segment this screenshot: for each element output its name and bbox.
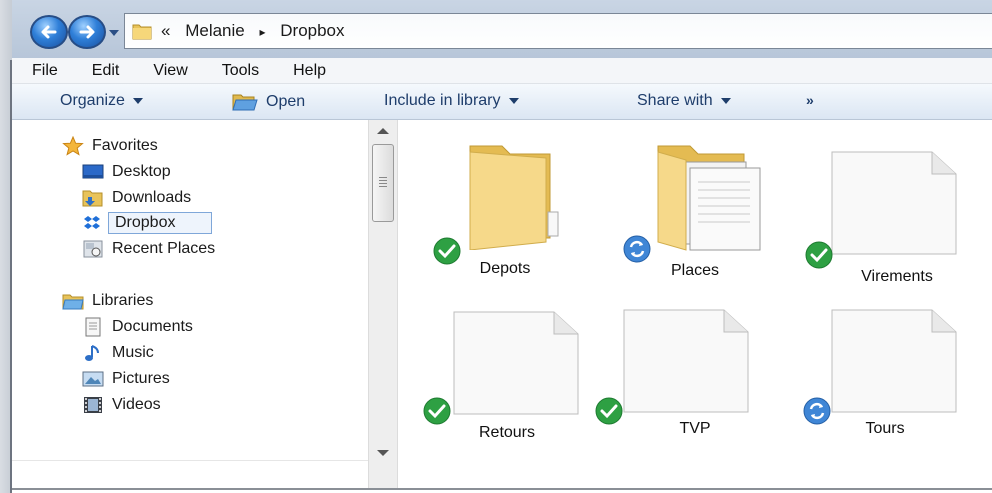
file-name: Depots (479, 260, 531, 277)
recent-pages-dropdown[interactable] (108, 28, 120, 38)
organize-label: Organize (60, 92, 125, 109)
libraries-icon (62, 294, 84, 310)
document-icon (453, 311, 579, 415)
scroll-up-arrow-icon[interactable] (377, 128, 389, 134)
nav-label: Desktop (112, 163, 171, 180)
chevron-down-icon (508, 98, 519, 104)
nav-label: Documents (112, 318, 193, 335)
sync-icon (623, 235, 651, 263)
window-bottom-border (12, 488, 992, 490)
menu-help[interactable]: Help (293, 62, 326, 80)
nav-item-favorites[interactable]: Favorites (62, 135, 158, 157)
file-item-places[interactable]: Places (610, 130, 780, 290)
dropbox-icon (84, 216, 100, 229)
folder-icon (132, 24, 152, 40)
star-icon (62, 136, 84, 156)
forward-button[interactable] (68, 15, 106, 49)
more-commands-button[interactable]: » (806, 92, 814, 108)
nav-label: Music (112, 344, 154, 361)
explorer-window: « Melanie ▸ Dropbox File Edit View Tools… (0, 0, 992, 493)
nav-item-documents[interactable]: Documents (82, 316, 193, 338)
nav-item-music[interactable]: Music (82, 342, 154, 364)
back-button[interactable] (30, 15, 68, 49)
scroll-down-arrow-icon[interactable] (377, 450, 389, 456)
file-name: Retours (478, 424, 536, 441)
nav-item-libraries[interactable]: Libraries (62, 290, 153, 312)
nav-label: Videos (112, 396, 161, 413)
file-list: Depots Places Virements Retours TVP Tour… (398, 120, 992, 488)
chevron-down-icon (720, 98, 731, 104)
document-icon (623, 309, 749, 413)
menu-edit[interactable]: Edit (92, 62, 120, 80)
breadcrumb-separator[interactable]: ▸ (259, 25, 265, 39)
folder-with-documents-icon (657, 145, 761, 251)
menu-file[interactable]: File (32, 62, 58, 80)
folder-icon (469, 145, 559, 250)
navigation-pane: Favorites Desktop Downloads Dropbox Rece… (12, 120, 368, 460)
window-left-edge (0, 0, 12, 493)
music-note-icon (85, 345, 99, 361)
breadcrumb-overflow[interactable]: « (161, 21, 170, 40)
menu-view[interactable]: View (153, 62, 187, 80)
share-label: Share with (637, 92, 713, 109)
include-label: Include in library (384, 92, 501, 109)
desktop-icon (82, 164, 104, 179)
nav-item-desktop[interactable]: Desktop (82, 161, 171, 183)
back-arrow-icon (41, 25, 57, 39)
nav-item-dropbox[interactable]: Dropbox (82, 212, 213, 234)
documents-icon (85, 317, 101, 337)
document-icon (831, 309, 957, 413)
menu-tools[interactable]: Tools (222, 62, 259, 80)
open-folder-icon (232, 94, 258, 111)
file-name: Places (670, 262, 720, 279)
recent-places-icon (83, 240, 103, 258)
document-icon (831, 151, 957, 255)
breadcrumb-dropbox[interactable]: Dropbox (280, 21, 344, 40)
command-bar: Organize Open Include in library Share w… (12, 84, 992, 120)
include-in-library-button[interactable]: Include in library (384, 92, 519, 110)
checkmark-icon (805, 241, 833, 269)
file-name: TVP (679, 420, 711, 437)
pictures-icon (82, 371, 104, 387)
breadcrumb: « Melanie ▸ Dropbox (161, 21, 355, 41)
file-item-depots[interactable]: Depots (420, 130, 590, 290)
file-item-virements[interactable]: Virements (798, 136, 968, 296)
navigation-scrollbar[interactable] (368, 120, 398, 490)
nav-label: Libraries (92, 292, 154, 309)
nav-label: Pictures (112, 370, 170, 387)
menu-bar: File Edit View Tools Help (12, 58, 992, 84)
downloads-icon (82, 190, 103, 207)
address-bar[interactable]: « Melanie ▸ Dropbox (124, 13, 992, 49)
checkmark-icon (423, 397, 451, 425)
organize-button[interactable]: Organize (60, 92, 143, 110)
grip-icon (379, 177, 387, 187)
nav-item-videos[interactable]: Videos (82, 394, 161, 416)
nav-label: Downloads (112, 189, 192, 206)
file-item-retours[interactable]: Retours (420, 292, 590, 452)
scrollbar-thumb[interactable] (372, 144, 394, 222)
share-with-button[interactable]: Share with (637, 92, 731, 110)
nav-item-pictures[interactable]: Pictures (82, 368, 170, 390)
nav-label: Dropbox (108, 212, 213, 234)
film-strip-icon (84, 397, 102, 413)
nav-item-downloads[interactable]: Downloads (82, 187, 191, 209)
nav-label: Recent Places (112, 240, 216, 257)
open-button[interactable]: Open (232, 92, 305, 112)
file-name: Tours (865, 420, 905, 437)
address-row: « Melanie ▸ Dropbox (12, 0, 992, 58)
breadcrumb-melanie[interactable]: Melanie (185, 21, 245, 40)
nav-label: Favorites (92, 137, 158, 154)
chevron-down-icon (132, 98, 143, 104)
open-label: Open (266, 93, 306, 110)
file-item-tvp[interactable]: TVP (590, 292, 760, 452)
file-item-tours[interactable]: Tours (798, 292, 968, 452)
nav-item-recent-places[interactable]: Recent Places (82, 238, 215, 260)
forward-arrow-icon (79, 25, 95, 39)
file-name: Virements (861, 268, 933, 285)
